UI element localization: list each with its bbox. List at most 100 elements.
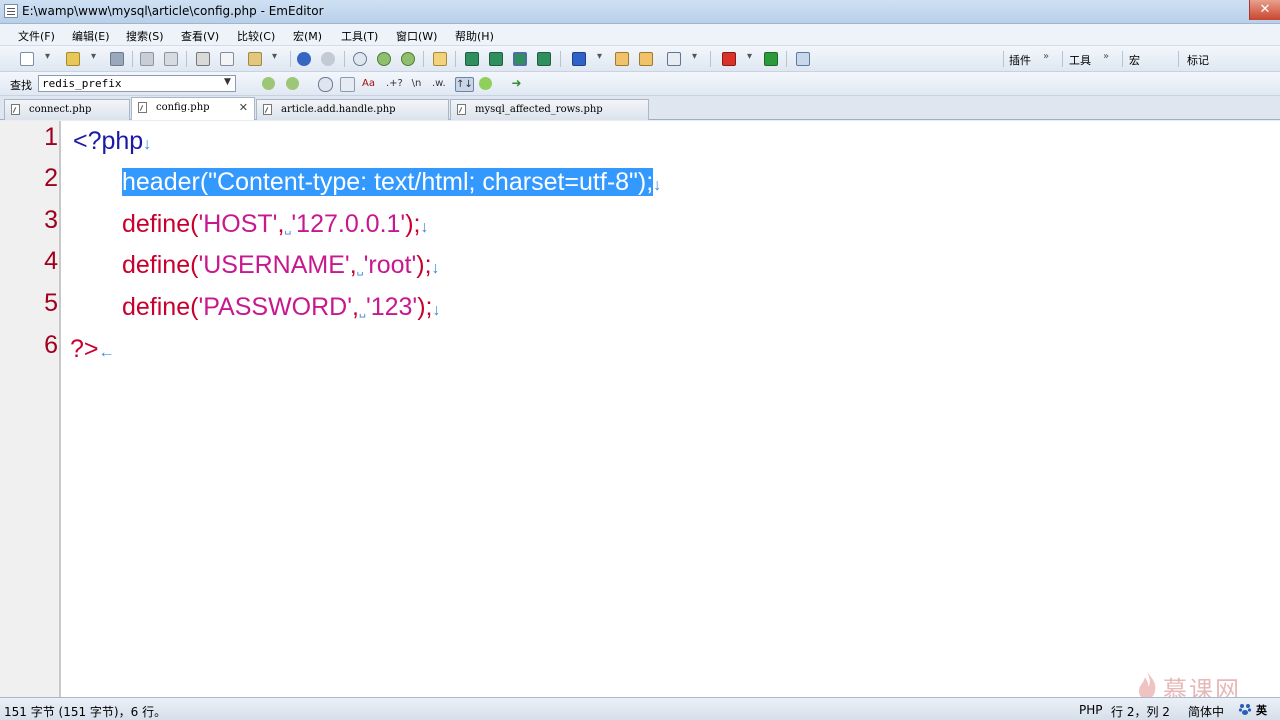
tab-connect-php[interactable]: connect.php <box>4 99 130 120</box>
menu-view[interactable]: 查看(V) <box>181 28 219 44</box>
close-find-bar-icon[interactable]: ➜ <box>510 77 523 90</box>
php-open-tag: <?php <box>73 127 144 155</box>
plugins-toolbar-label[interactable]: 插件 <box>1009 52 1031 68</box>
macro-toolbar-label[interactable]: 宏 <box>1129 52 1140 68</box>
find-previous-icon[interactable] <box>401 52 415 66</box>
cut-icon[interactable] <box>196 52 210 66</box>
menu-compare[interactable]: 比较(C) <box>237 28 275 44</box>
redo-icon[interactable] <box>321 52 335 66</box>
properties-dropdown-icon[interactable]: ▾ <box>692 51 697 62</box>
open-folder-icon[interactable] <box>66 52 80 66</box>
window-close-button[interactable]: ✕ <box>1249 0 1280 20</box>
selected-text[interactable]: header("Content-type: text/html; charset… <box>122 168 654 196</box>
menu-edit[interactable]: 编辑(E) <box>72 28 110 44</box>
status-encoding[interactable]: 简体中 <box>1188 703 1224 720</box>
tab-article-add-handle-php[interactable]: article.add.handle.php <box>256 99 449 120</box>
end-of-file-mark: ← <box>98 344 115 361</box>
ime-mode-indicator[interactable]: 英 <box>1256 702 1267 718</box>
undo-icon[interactable] <box>297 52 311 66</box>
main-toolbar: ▾ ▾ ▾ ▾ ▾ ▾ 插件 » 工具 » 宏 标记 <box>0 46 1280 72</box>
status-language[interactable]: PHP <box>1079 703 1103 717</box>
code-line-5: define('PASSWORD',␣'123');↓ <box>122 289 440 325</box>
paste-dropdown-icon[interactable]: ▾ <box>272 51 277 62</box>
flame-logo-icon <box>1139 671 1156 699</box>
ime-paw-icon[interactable] <box>1238 702 1252 716</box>
search-options-icon[interactable] <box>318 77 333 92</box>
print-icon[interactable] <box>140 52 154 66</box>
whole-word-toggle[interactable]: .w. <box>432 77 446 90</box>
menu-help[interactable]: 帮助(H) <box>455 28 494 44</box>
string-literal: '127.0.0.1' <box>291 210 406 238</box>
line-number: 4 <box>44 247 58 275</box>
properties-icon[interactable] <box>667 52 681 66</box>
define-call: define( <box>122 251 199 279</box>
search-direction-toggle[interactable]: ↑↓ <box>455 77 474 92</box>
tools-overflow-icon[interactable]: » <box>1103 51 1109 62</box>
menu-tools[interactable]: 工具(T) <box>341 28 378 44</box>
run-macro-icon[interactable] <box>764 52 778 66</box>
line-number: 6 <box>44 331 58 359</box>
find-label: 查找 <box>10 79 32 92</box>
bookmark-icon[interactable] <box>615 52 629 66</box>
newline-mark: ↓ <box>420 219 429 236</box>
code-line-2: header("Content-type: text/html; charset… <box>122 164 661 200</box>
copy-icon[interactable] <box>220 52 234 66</box>
find-icon[interactable] <box>353 52 367 66</box>
status-bar: 151 字节 (151 字节)，6 行。 PHP 行 2，列 2 简体中 英 <box>0 697 1280 720</box>
find-bar: 查找 redis_prefix ▼ Aa .+? \n .w. ↑↓ ➜ <box>0 72 1280 96</box>
tab-label: config.php <box>156 102 210 113</box>
find-next-icon[interactable] <box>262 77 275 90</box>
wrap-page-icon[interactable] <box>513 52 527 66</box>
window-list-dropdown-icon[interactable]: ▾ <box>597 51 602 62</box>
word-wrap-icon[interactable] <box>465 52 479 66</box>
find-previous-icon[interactable] <box>286 77 299 90</box>
new-file-icon[interactable] <box>20 52 34 66</box>
string-literal: '123' <box>365 293 418 321</box>
find-in-files-icon[interactable] <box>340 77 355 92</box>
menu-file[interactable]: 文件(F) <box>18 28 55 44</box>
find-history-dropdown-icon[interactable]: ▼ <box>224 77 231 87</box>
string-literal: 'USERNAME' <box>198 251 350 279</box>
split-window-icon[interactable] <box>537 52 551 66</box>
wrap-window-icon[interactable] <box>489 52 503 66</box>
find-input[interactable]: redis_prefix <box>38 75 236 92</box>
emeditor-app-icon[interactable] <box>4 4 18 18</box>
tab-mysql-affected-rows-php[interactable]: mysql_affected_rows.php <box>450 99 649 120</box>
print-preview-icon[interactable] <box>164 52 178 66</box>
tab-label: connect.php <box>29 104 92 115</box>
open-dropdown-icon[interactable]: ▾ <box>91 51 96 62</box>
php-file-icon <box>263 104 272 115</box>
paste-icon[interactable] <box>248 52 262 66</box>
tab-label: article.add.handle.php <box>281 104 396 115</box>
highlight-icon[interactable] <box>433 52 447 66</box>
line-number: 2 <box>44 164 58 192</box>
newline-mark: ↓ <box>431 260 440 277</box>
escape-sequence-toggle[interactable]: \n <box>410 77 423 90</box>
code-line-4: define('USERNAME',␣'root');↓ <box>122 247 440 283</box>
space-mark: ␣ <box>356 264 364 276</box>
regex-toggle[interactable]: .+? <box>386 77 403 90</box>
record-macro-dropdown-icon[interactable]: ▾ <box>747 51 752 62</box>
tab-config-php[interactable]: config.php ✕ <box>131 97 255 120</box>
close-tab-icon[interactable]: ✕ <box>239 98 248 118</box>
plugins-overflow-icon[interactable]: » <box>1043 51 1049 62</box>
customize-tools-icon[interactable] <box>796 52 810 66</box>
editor-text-area[interactable]: <?php ↓ header("Content-type: text/html; … <box>61 121 1280 697</box>
window-list-icon[interactable] <box>572 52 586 66</box>
menu-macro[interactable]: 宏(M) <box>293 28 322 44</box>
bookmark-next-icon[interactable] <box>639 52 653 66</box>
menu-search[interactable]: 搜索(S) <box>126 28 164 44</box>
new-dropdown-icon[interactable]: ▾ <box>45 51 50 62</box>
record-macro-icon[interactable] <box>722 52 736 66</box>
string-literal: 'root' <box>363 251 417 279</box>
marker-toolbar-label[interactable]: 标记 <box>1187 52 1209 68</box>
line-number-gutter[interactable]: 1 2 3 4 5 6 <box>0 121 61 697</box>
save-icon[interactable] <box>110 52 124 66</box>
match-case-toggle[interactable]: Aa <box>362 77 375 90</box>
define-call: define( <box>122 293 199 321</box>
comma: , <box>352 293 359 321</box>
find-next-icon[interactable] <box>377 52 391 66</box>
menu-window[interactable]: 窗口(W) <box>396 28 437 44</box>
tools-toolbar-label[interactable]: 工具 <box>1069 52 1091 68</box>
highlight-matches-icon[interactable] <box>479 77 492 90</box>
